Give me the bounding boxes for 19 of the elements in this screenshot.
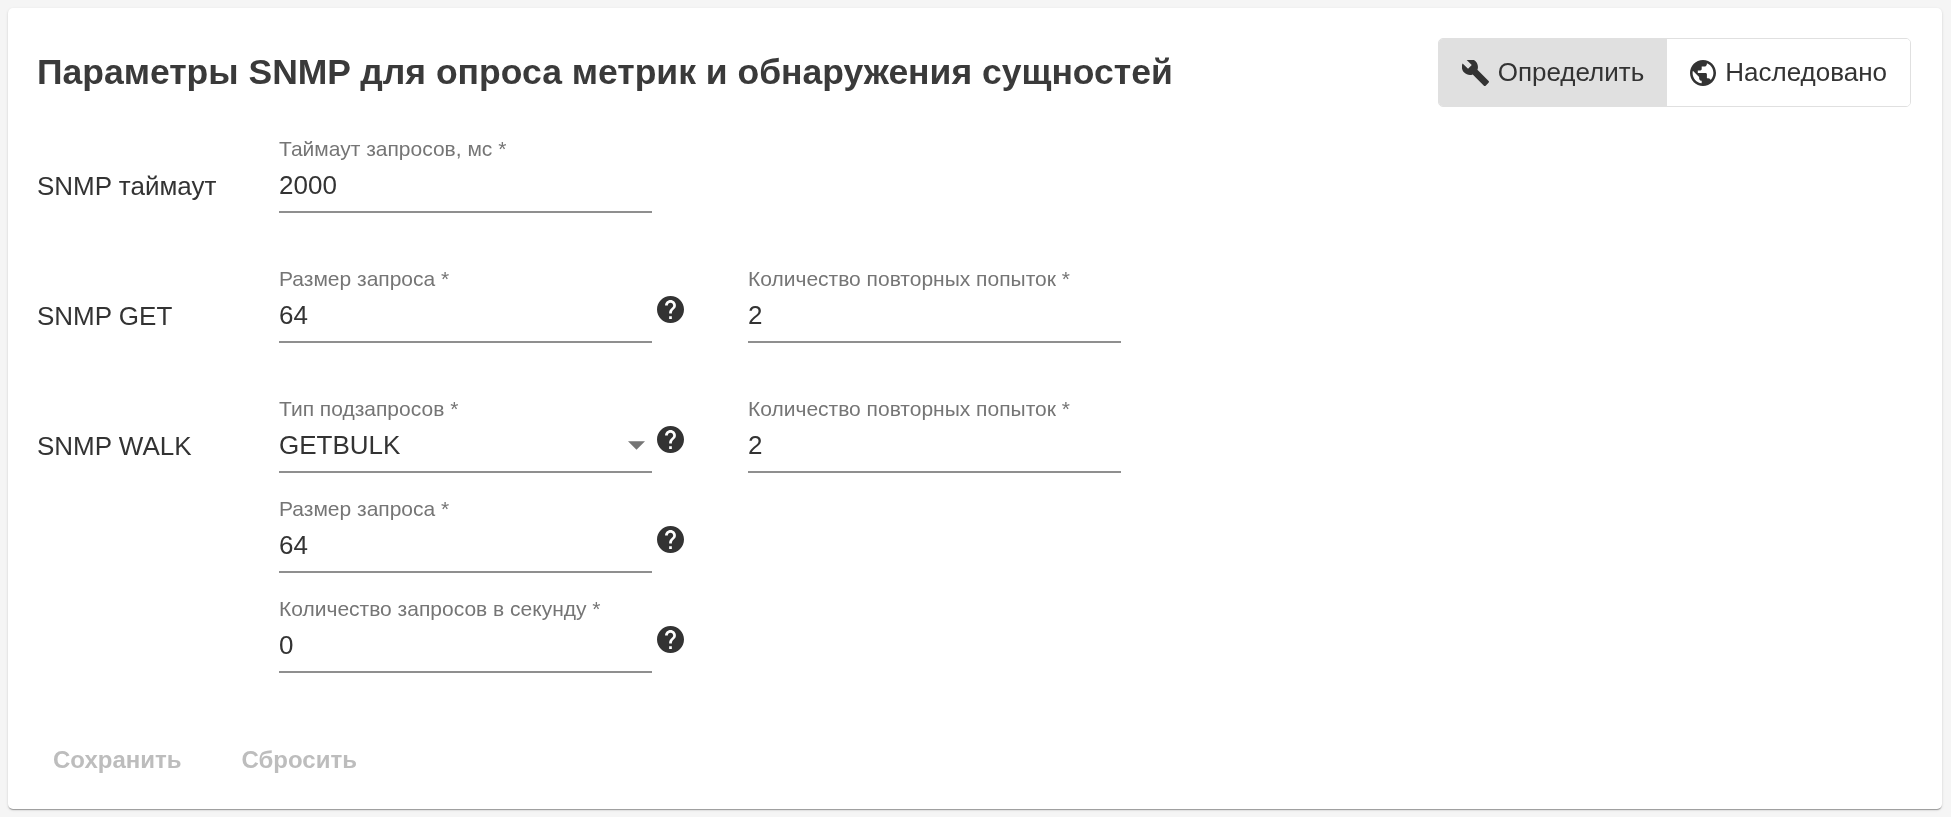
help-icon[interactable] bbox=[657, 526, 684, 553]
section-label: SNMP GET bbox=[37, 300, 174, 333]
select-field[interactable]: Тип подзапросов * GETBULK bbox=[279, 397, 652, 473]
help-icon[interactable] bbox=[657, 296, 684, 323]
section-label: SNMP таймаут bbox=[37, 170, 218, 203]
mode-toggle-button[interactable]: Определить bbox=[1438, 39, 1668, 106]
text-field[interactable]: Размер запроса * 64 bbox=[279, 497, 652, 573]
help-icon[interactable] bbox=[657, 426, 684, 453]
caret-icon bbox=[628, 440, 645, 450]
text-field[interactable]: Количество запросов в секунду * 0 bbox=[279, 597, 652, 673]
text-field[interactable]: Размер запроса * 64 bbox=[279, 267, 652, 343]
wrench-icon bbox=[1461, 59, 1489, 86]
text-field[interactable]: Количество повторных попыток * 2 bbox=[748, 267, 1121, 343]
globe-icon bbox=[1690, 59, 1717, 86]
help-icon[interactable] bbox=[657, 626, 684, 653]
card-title: Параметры SNMP для опроса метрик и обнаружения сущностей bbox=[37, 50, 1173, 94]
section-label: SNMP WALK bbox=[37, 430, 193, 463]
text-field[interactable]: Количество повторных попыток * 2 bbox=[748, 397, 1121, 473]
text-field[interactable]: Таймаут запросов, мс * 2000 bbox=[279, 137, 652, 213]
